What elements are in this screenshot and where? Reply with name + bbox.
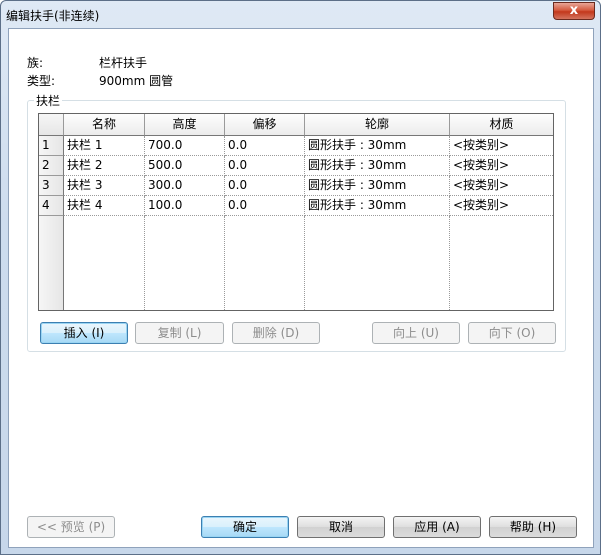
type-label: 类型: <box>27 74 56 88</box>
move-up-button[interactable]: 向上 (U) <box>372 322 460 344</box>
cell-name[interactable]: 扶栏 3 <box>64 176 145 196</box>
column-header-material[interactable]: 材质 <box>450 114 553 136</box>
rails-table: 名称 高度 偏移 轮廓 材质 1 扶栏 1 700.0 0.0 圆形扶手 : 3… <box>38 113 554 311</box>
cell-height[interactable]: 100.0 <box>145 196 225 216</box>
family-label: 族: <box>27 56 44 70</box>
cell-material[interactable]: <按类别> <box>450 176 553 196</box>
cell-profile[interactable]: 圆形扶手 : 30mm <box>305 136 450 156</box>
row-number[interactable]: 4 <box>39 196 64 216</box>
column-divider <box>449 216 450 310</box>
row-number[interactable]: 1 <box>39 136 64 156</box>
cell-height[interactable]: 500.0 <box>145 156 225 176</box>
move-down-button[interactable]: 向下 (O) <box>468 322 556 344</box>
table-corner <box>39 114 64 136</box>
cell-offset[interactable]: 0.0 <box>225 196 305 216</box>
column-header-profile[interactable]: 轮廓 <box>305 114 450 136</box>
title-bar[interactable]: 编辑扶手(非连续) x <box>1 1 600 27</box>
row-number[interactable]: 2 <box>39 156 64 176</box>
column-divider <box>304 216 305 310</box>
insert-button[interactable]: 插入 (I) <box>40 322 128 344</box>
cell-name[interactable]: 扶栏 1 <box>64 136 145 156</box>
type-value: 900mm 圆管 <box>99 74 174 88</box>
ok-button[interactable]: 确定 <box>201 516 289 538</box>
dialog-window: 编辑扶手(非连续) x 族: 栏杆扶手 类型: 900mm 圆管 扶栏 名称 高… <box>0 0 601 555</box>
cell-material[interactable]: <按类别> <box>450 156 553 176</box>
cell-material[interactable]: <按类别> <box>450 136 553 156</box>
row-number[interactable]: 3 <box>39 176 64 196</box>
cell-name[interactable]: 扶栏 2 <box>64 156 145 176</box>
cell-profile[interactable]: 圆形扶手 : 30mm <box>305 156 450 176</box>
column-header-offset[interactable]: 偏移 <box>225 114 305 136</box>
column-divider <box>144 216 145 310</box>
cancel-button[interactable]: 取消 <box>297 516 385 538</box>
cell-offset[interactable]: 0.0 <box>225 176 305 196</box>
copy-button[interactable]: 复制 (L) <box>135 322 224 344</box>
help-button[interactable]: 帮助 (H) <box>489 516 577 538</box>
cell-offset[interactable]: 0.0 <box>225 156 305 176</box>
family-value: 栏杆扶手 <box>99 56 148 70</box>
cell-height[interactable]: 700.0 <box>145 136 225 156</box>
cell-profile[interactable]: 圆形扶手 : 30mm <box>305 176 450 196</box>
preview-button[interactable]: << 预览 (P) <box>27 516 115 538</box>
cell-height[interactable]: 300.0 <box>145 176 225 196</box>
cell-name[interactable]: 扶栏 4 <box>64 196 145 216</box>
window-title: 编辑扶手(非连续) <box>6 9 100 23</box>
cell-profile[interactable]: 圆形扶手 : 30mm <box>305 196 450 216</box>
cell-material[interactable]: <按类别> <box>450 196 553 216</box>
rails-group-title: 扶栏 <box>34 92 63 109</box>
apply-button[interactable]: 应用 (A) <box>393 516 481 538</box>
close-icon: x <box>569 3 579 18</box>
column-header-name[interactable]: 名称 <box>64 114 145 136</box>
column-header-height[interactable]: 高度 <box>145 114 225 136</box>
delete-button[interactable]: 删除 (D) <box>232 322 320 344</box>
cell-offset[interactable]: 0.0 <box>225 136 305 156</box>
row-header-empty <box>39 216 64 310</box>
column-divider <box>224 216 225 310</box>
close-button[interactable]: x <box>553 2 595 20</box>
